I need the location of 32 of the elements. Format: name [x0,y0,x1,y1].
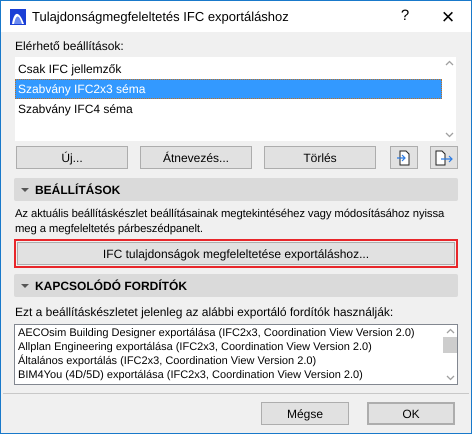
scroll-up-icon[interactable] [444,60,454,66]
scroll-down-icon[interactable] [446,375,454,381]
translator-item[interactable]: Allplan Engineering exportálása (IFC2x3, Coordination View Version 2.0) [18,340,443,354]
cancel-button[interactable]: Mégse [261,402,349,425]
translator-item[interactable]: AECOsim Building Designer exportálása (IFC2x3, Coordination View Version 2.0) [18,326,443,340]
preset-button[interactable]: Új... [16,146,128,169]
help-button[interactable]: ? [385,1,425,32]
section-title: BEÁLLÍTÁSOK [35,182,120,198]
section-title: KAPCSOLÓDÓ FORDÍTÓK [35,278,187,294]
export-file-icon [435,150,453,166]
section-header[interactable]: BEÁLLÍTÁSOK [14,178,458,201]
mapping-button[interactable]: IFC tulajdonságok megfeleltetése exportáláshoz... [17,242,455,265]
preset-button[interactable]: Törlés [264,146,376,169]
translator-item[interactable]: Általános exportálás (IFC2x3, Coordination View Version 2.0) [18,354,443,368]
import-button[interactable] [390,146,418,169]
scroll-thumb[interactable] [443,337,457,353]
scroll-up-icon[interactable] [446,328,454,334]
translator-item[interactable]: BIM4You (4D/5D) exportálása (IFC2x3, Coordination View Version 2.0) [18,368,443,382]
preset-item[interactable]: Szabvány IFC4 séma [15,99,442,119]
section-header[interactable]: KAPCSOLÓDÓ FORDÍTÓK [14,274,458,297]
preset-item[interactable]: Csak IFC jellemzők [15,59,442,79]
import-file-icon [396,150,412,166]
section-description: Ezt a beállításkészletet jelenleg az alábbi exportáló fordítók használják: [14,305,394,320]
ok-button[interactable]: OK [367,402,455,425]
close-button[interactable]: × [425,1,471,32]
export-button[interactable] [430,146,458,169]
section-description: Az aktuális beállításkészlet beállításainak megtekintéséhez vagy módosításához nyissa meg a megfeleltetés párbeszédpanelt. [14,207,446,237]
scroll-down-icon[interactable] [444,132,454,138]
app-icon [10,8,26,24]
presets-label: Elérhető beállítások: [15,39,125,54]
window-title: Tulajdonságmegfeleltetés IFC exportáláshoz [32,8,289,26]
preset-button[interactable]: Átnevezés... [140,146,252,169]
